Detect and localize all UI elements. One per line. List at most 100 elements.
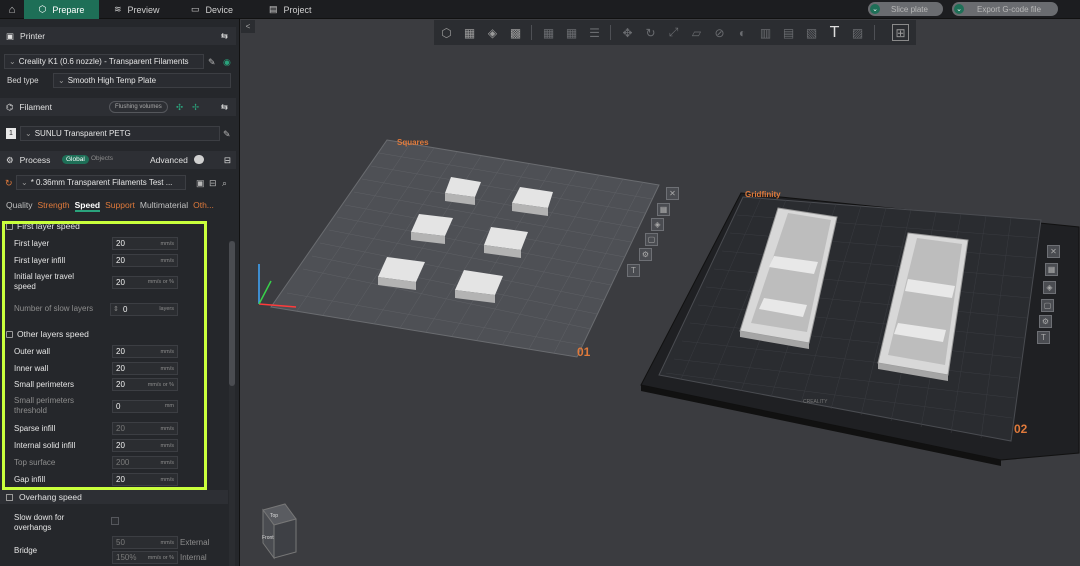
support-paint-icon[interactable]: ▥ — [757, 24, 774, 41]
auto-orient-icon[interactable]: ◈ — [484, 24, 501, 41]
add-icon[interactable]: ✣ — [176, 102, 183, 113]
search-icon[interactable]: ⌕ — [222, 178, 227, 189]
tab-project[interactable]: ▤ Project — [269, 0, 312, 19]
slow-down-checkbox[interactable] — [111, 517, 119, 525]
tab-support[interactable]: Support — [105, 200, 135, 212]
arrange-icon[interactable]: ▩ — [507, 24, 524, 41]
bridge-internal-input[interactable]: 150% mm/s or % — [112, 551, 178, 564]
plate-1-lock-icon[interactable]: ▢ — [645, 233, 658, 246]
edit-icon[interactable]: ✎ — [208, 57, 216, 68]
assembly-icon[interactable]: ▨ — [849, 24, 866, 41]
plate-2-name: Gridfinity — [745, 190, 781, 199]
save-icon[interactable]: ▣ — [196, 178, 205, 189]
speedometer-icon — [6, 493, 13, 501]
tab-strength[interactable]: Strength — [37, 200, 69, 212]
plate-1-name-icon[interactable]: T — [627, 264, 640, 277]
view-icon[interactable]: ⊞ — [892, 24, 909, 41]
edit-icon[interactable]: ⊟ — [209, 178, 217, 189]
objects-toggle[interactable]: Objects — [91, 155, 113, 162]
first-layer-infill-row: First layer infill 20 mm/s — [14, 254, 184, 267]
plate-2-settings-icon[interactable]: ⚙ — [1039, 315, 1052, 328]
plate-1-settings-icon[interactable]: ⚙ — [639, 248, 652, 261]
bed-type-select[interactable]: ⌄ Smooth High Temp Plate — [53, 73, 231, 88]
scale-icon[interactable]: ⤢ — [665, 24, 682, 41]
toolbar-separator — [610, 25, 611, 40]
gap-infill-input[interactable]: 20 mm/s — [112, 473, 178, 486]
bridge-internal-row: 150% mm/s or % Internal — [14, 551, 229, 564]
edit-icon[interactable]: ✎ — [223, 129, 231, 140]
advanced-toggle[interactable] — [194, 155, 204, 164]
top-surface-input[interactable]: 200 mm/s — [112, 456, 178, 469]
bridge-external-input[interactable]: 50 mm/s — [112, 536, 178, 549]
inner-wall-input[interactable]: 20 mm/s — [112, 362, 178, 375]
lay-on-face-icon[interactable]: ▱ — [688, 24, 705, 41]
cube-icon: ⬡ — [38, 4, 47, 14]
scrollbar-thumb[interactable] — [229, 241, 235, 386]
reset-icon[interactable]: ↻ — [5, 178, 13, 189]
add-object-icon[interactable]: ⬡ — [438, 24, 455, 41]
tab-prepare[interactable]: ⬡ Prepare — [24, 0, 99, 19]
internal-solid-infill-input[interactable]: 20 mm/s — [112, 439, 178, 452]
plate-1-close-icon[interactable]: ✕ — [666, 187, 679, 200]
small-perimeters-threshold-input[interactable]: 0 mm — [112, 399, 178, 413]
settings-icon[interactable]: ⇆ — [221, 31, 228, 42]
inner-wall-row: Inner wall 20 mm/s — [14, 362, 184, 375]
filament-select[interactable]: ⌄ SUNLU Transparent PETG — [20, 126, 220, 141]
3d-viewport[interactable] — [241, 45, 1080, 566]
plate-2-arrange-icon[interactable]: ▦ — [1045, 263, 1058, 276]
wifi-icon[interactable]: ◉ — [223, 57, 231, 68]
sparse-infill-input[interactable]: 20 mm/s — [112, 422, 178, 435]
plate-2-close-icon[interactable]: ✕ — [1047, 245, 1060, 258]
slice-plate-button[interactable]: ⌄ Slice plate — [868, 2, 943, 16]
global-toggle[interactable]: Global — [62, 155, 89, 164]
tab-quality[interactable]: Quality — [6, 200, 32, 212]
speedometer-icon — [6, 330, 13, 338]
small-perimeters-input[interactable]: 20 mm/s or % — [112, 378, 178, 391]
export-gcode-button[interactable]: ⌄ Export G-code file — [952, 2, 1058, 16]
flushing-volumes-button[interactable]: Flushing volumes — [109, 101, 168, 113]
layers-editing-icon[interactable]: ☰ — [586, 24, 603, 41]
measure-icon[interactable]: ▧ — [803, 24, 820, 41]
split-parts-icon[interactable]: ▦ — [563, 24, 580, 41]
plate-1-arrange-icon[interactable]: ▦ — [657, 203, 670, 216]
text-tool-icon[interactable]: T — [826, 24, 843, 41]
sidebar-scrollbar[interactable] — [229, 241, 235, 566]
tab-multimaterial[interactable]: Multimaterial — [140, 200, 188, 212]
seam-paint-icon[interactable]: ▤ — [780, 24, 797, 41]
plate-2-orient-icon[interactable]: ◈ — [1043, 281, 1056, 294]
slow-down-overhangs-row: Slow down for overhangs — [14, 512, 184, 534]
remove-icon[interactable]: ✢ — [192, 102, 199, 113]
process-header: ⚙ Process Global Objects Advanced ⊟ — [0, 151, 236, 169]
tab-device[interactable]: ▭ Device — [191, 0, 233, 19]
mesh-boolean-icon[interactable]: ◐ — [734, 24, 751, 41]
internal-solid-infill-row: Internal solid infill 20 mm/s — [14, 439, 184, 452]
tab-others[interactable]: Oth... — [193, 200, 214, 212]
settings-icon[interactable]: ⇆ — [221, 102, 228, 113]
plate-grid-icon[interactable]: ▦ — [461, 24, 478, 41]
bridge-external-row: 50 mm/s External — [14, 536, 229, 549]
initial-layer-travel-input[interactable]: 20 mm/s or % — [112, 275, 178, 289]
plate-1-orient-icon[interactable]: ◈ — [651, 218, 664, 231]
home-icon[interactable]: ⌂ — [0, 0, 24, 19]
move-icon[interactable]: ✥ — [619, 24, 636, 41]
printer-select[interactable]: ⌄ Creality K1 (0.6 nozzle) - Transparent … — [4, 54, 204, 69]
slow-layers-input[interactable]: ⇕ 0 layers — [110, 302, 178, 316]
first-layer-infill-input[interactable]: 20 mm/s — [112, 254, 178, 267]
tab-speed[interactable]: Speed — [74, 200, 101, 212]
chevron-down-icon: ⌄ — [9, 57, 16, 66]
other-layers-speed-group: Other layers speed — [6, 329, 89, 339]
plate-2-name-icon[interactable]: T — [1037, 331, 1050, 344]
plate-2-lock-icon[interactable]: ▢ — [1041, 299, 1054, 312]
stepper-icon[interactable]: ⇕ — [113, 305, 119, 313]
process-preset-select[interactable]: ⌄ * 0.36mm Transparent Filaments Test ... — [16, 175, 186, 190]
tab-preview[interactable]: ≋ Preview — [114, 0, 160, 19]
compare-icon[interactable]: ⊟ — [224, 155, 231, 166]
first-layer-input[interactable]: 20 mm/s — [112, 237, 178, 250]
split-objects-icon[interactable]: ▦ — [540, 24, 557, 41]
chevron-down-icon: ⌄ — [25, 129, 32, 138]
rotate-icon[interactable]: ↻ — [642, 24, 659, 41]
view-cube[interactable] — [262, 503, 297, 560]
cut-icon[interactable]: ⊘ — [711, 24, 728, 41]
outer-wall-input[interactable]: 20 mm/s — [112, 345, 178, 358]
collapse-sidebar-icon[interactable]: < — [241, 20, 255, 33]
